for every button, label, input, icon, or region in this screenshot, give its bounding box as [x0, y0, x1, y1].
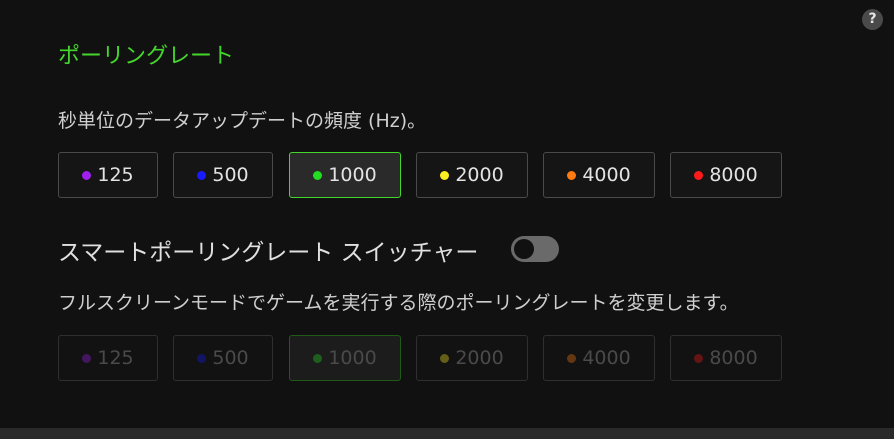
fullscreen-rate-button-500: 500: [173, 335, 273, 381]
section-title: ポーリングレート: [58, 44, 235, 69]
rate-label: 1000: [328, 347, 377, 369]
smart-switcher-label: スマートポーリングレート スイッチャー: [58, 240, 479, 266]
color-dot-icon: [197, 170, 207, 180]
color-dot-icon: [82, 353, 92, 363]
rate-label: 8000: [709, 347, 758, 369]
rate-button-500[interactable]: 500: [173, 152, 273, 198]
rate-button-8000[interactable]: 8000: [670, 152, 782, 198]
bottom-bar: [0, 428, 894, 439]
rate-label: 4000: [582, 164, 631, 186]
rate-label: 2000: [455, 347, 504, 369]
rate-button-1000[interactable]: 1000: [289, 152, 401, 198]
rate-label: 8000: [709, 164, 758, 186]
rate-label: 500: [212, 347, 249, 369]
fullscreen-rate-button-2000: 2000: [416, 335, 528, 381]
color-dot-icon: [694, 353, 704, 363]
color-dot-icon: [313, 353, 323, 363]
color-dot-icon: [313, 170, 323, 180]
smart-switcher-description: フルスクリーンモードでゲームを実行する際のポーリングレートを変更します。: [58, 292, 739, 314]
color-dot-icon: [440, 170, 450, 180]
color-dot-icon: [567, 353, 577, 363]
fullscreen-rate-button-4000: 4000: [543, 335, 655, 381]
rate-button-2000[interactable]: 2000: [416, 152, 528, 198]
polling-rate-description: 秒単位のデータアップデートの頻度 (Hz)。: [58, 110, 427, 132]
color-dot-icon: [567, 170, 577, 180]
color-dot-icon: [197, 353, 207, 363]
rate-label: 125: [97, 164, 134, 186]
rate-label: 2000: [455, 164, 504, 186]
rate-label: 500: [212, 164, 249, 186]
fullscreen-rate-button-8000: 8000: [670, 335, 782, 381]
fullscreen-rate-button-125: 125: [58, 335, 158, 381]
rate-button-4000[interactable]: 4000: [543, 152, 655, 198]
help-icon[interactable]: ?: [862, 9, 883, 30]
color-dot-icon: [694, 170, 704, 180]
color-dot-icon: [82, 170, 92, 180]
fullscreen-rate-button-1000: 1000: [289, 335, 401, 381]
rate-label: 125: [97, 347, 134, 369]
color-dot-icon: [440, 353, 450, 363]
rate-label: 1000: [328, 164, 377, 186]
rate-button-125[interactable]: 125: [58, 152, 158, 198]
polling-rate-panel: ? ポーリングレート 秒単位のデータアップデートの頻度 (Hz)。 125 50…: [0, 0, 894, 428]
toggle-knob: [514, 239, 534, 259]
rate-label: 4000: [582, 347, 631, 369]
smart-switcher-toggle[interactable]: [511, 236, 559, 262]
